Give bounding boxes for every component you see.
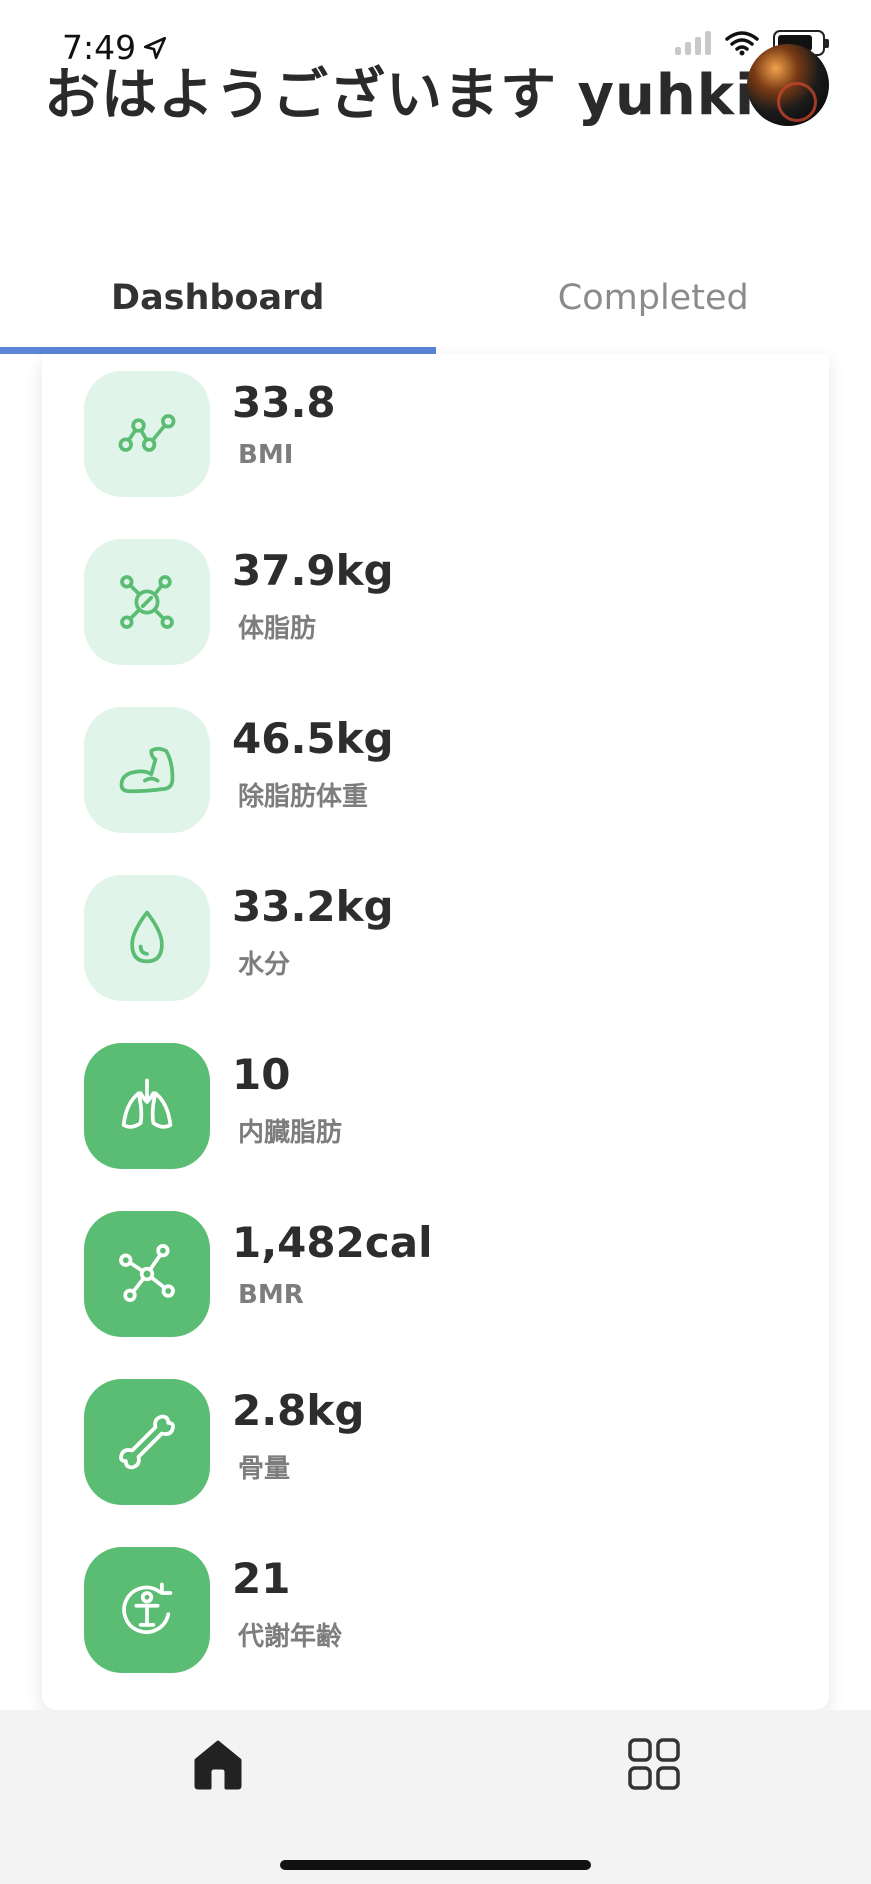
metric-row-bmr[interactable]: 1,482cal BMR	[42, 1210, 829, 1338]
app-screen: 7:49 おはようございます yuhki Dashboard Completed	[0, 0, 871, 1884]
metabolic-age-icon	[122, 1582, 173, 1634]
network-icon	[119, 1243, 175, 1302]
metric-icon-tile	[84, 1211, 210, 1337]
metric-icon-tile	[84, 1379, 210, 1505]
grid-icon	[628, 1738, 680, 1790]
tab-bar: Dashboard Completed	[0, 270, 871, 354]
metric-icon-tile	[84, 371, 210, 497]
metric-label: 除脂肪体重	[238, 782, 369, 812]
muscle-arm-icon	[119, 746, 175, 794]
tab-completed[interactable]: Completed	[436, 270, 871, 354]
tab-dashboard[interactable]: Dashboard	[0, 270, 436, 354]
home-icon	[194, 1740, 242, 1790]
metric-label: 体脂肪	[238, 614, 317, 644]
metric-label: 水分	[238, 950, 291, 980]
metric-row-body-fat[interactable]: 37.9kg 体脂肪	[42, 538, 829, 666]
metric-value: 37.9kg	[232, 546, 394, 595]
metric-label: 骨量	[238, 1454, 291, 1484]
nav-home-button[interactable]	[190, 1736, 246, 1792]
metric-value: 2.8kg	[232, 1386, 365, 1435]
metric-row-visceral-fat[interactable]: 10 内臓脂肪	[42, 1042, 829, 1170]
metric-icon-tile	[84, 875, 210, 1001]
metric-icon-tile	[84, 1547, 210, 1673]
metric-icon-tile	[84, 539, 210, 665]
metric-row-water[interactable]: 33.2kg 水分	[42, 874, 829, 1002]
water-drop-icon	[130, 910, 164, 964]
home-indicator	[280, 1860, 591, 1870]
metric-label: 内臓脂肪	[238, 1118, 343, 1148]
status-time-text: 7:49	[62, 28, 137, 67]
bottom-navigation	[0, 1710, 871, 1884]
metric-label: 代謝年齢	[238, 1622, 343, 1652]
bone-icon	[119, 1414, 175, 1470]
metric-icon-tile	[84, 707, 210, 833]
metric-row-lean-mass[interactable]: 46.5kg 除脂肪体重	[42, 706, 829, 834]
status-time: 7:49	[62, 28, 168, 67]
avatar[interactable]	[747, 44, 829, 126]
metric-icon-tile	[84, 1043, 210, 1169]
metric-label: BMR	[238, 1280, 304, 1310]
metric-row-bmi[interactable]: 33.8 BMI	[42, 370, 829, 498]
metric-value: 46.5kg	[232, 714, 394, 763]
lungs-icon	[121, 1078, 173, 1129]
metric-row-bone-mass[interactable]: 2.8kg 骨量	[42, 1378, 829, 1506]
metric-label: BMI	[238, 440, 294, 470]
metric-value: 33.2kg	[232, 882, 394, 931]
metric-value: 10	[232, 1050, 291, 1099]
line-chart-icon	[118, 414, 176, 452]
metric-value: 1,482cal	[232, 1218, 433, 1267]
metric-value: 21	[232, 1554, 291, 1603]
metric-value: 33.8	[232, 378, 336, 427]
nav-grid-button[interactable]	[626, 1736, 682, 1792]
metrics-list: 33.8 BMI 37.9kg 体脂肪 46.5kg 除脂肪体重 33.2kg …	[42, 354, 829, 1710]
molecule-icon	[120, 575, 174, 629]
metric-row-metabolic-age[interactable]: 21 代謝年齢	[42, 1546, 829, 1674]
location-arrow-icon	[144, 36, 167, 59]
